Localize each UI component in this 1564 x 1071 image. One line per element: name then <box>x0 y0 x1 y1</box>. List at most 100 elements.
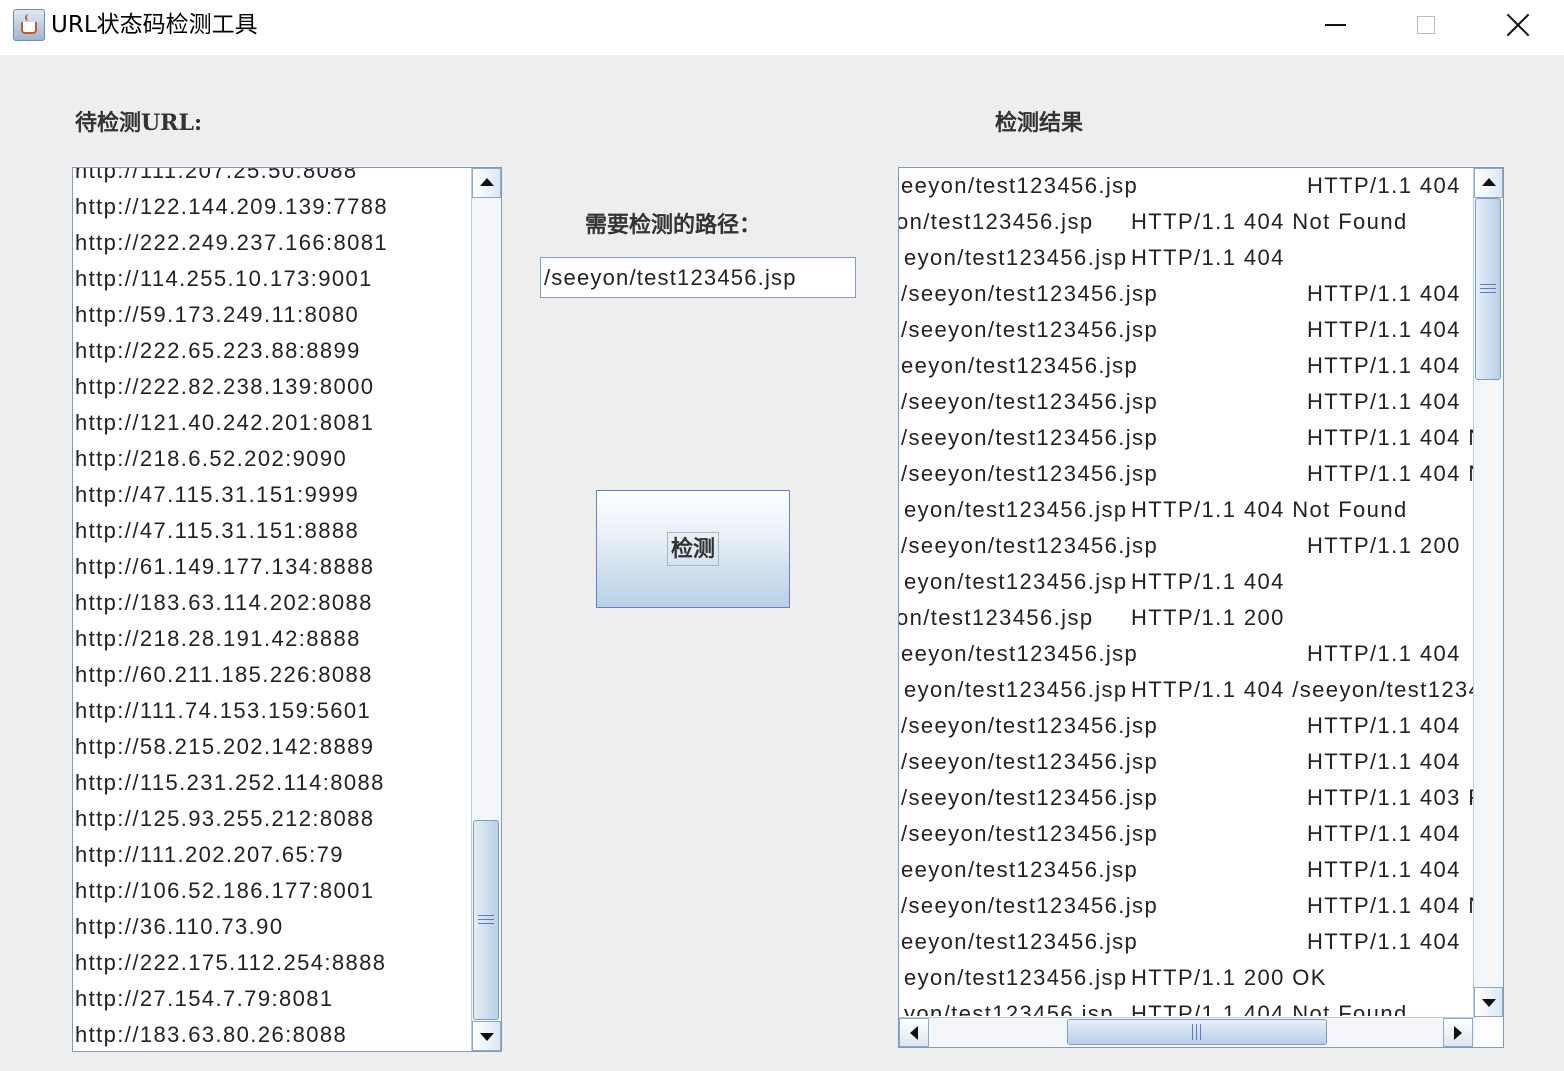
result-status: HTTP/1.1 404 <box>1307 929 1461 954</box>
result-path: eeyon/test123456.jsp <box>901 641 1139 666</box>
close-icon <box>1506 13 1530 37</box>
result-path: eeyon/test123456.jsp <box>901 353 1139 378</box>
url-line: http://222.249.237.166:8081 <box>75 230 389 255</box>
result-path: /seeyon/test123456.jsp <box>901 389 1159 414</box>
url-line: http://122.144.209.139:7788 <box>75 194 389 219</box>
url-line: http://125.93.255.212:8088 <box>75 806 375 831</box>
result-status: HTTP/1.1 200 OK <box>1131 965 1327 990</box>
result-path: /seeyon/test123456.jsp <box>901 425 1159 450</box>
result-path: eeyon/test123456.jsp <box>901 173 1139 198</box>
url-line: http://183.63.80.26:8088 <box>75 1022 348 1047</box>
result-status: HTTP/1.1 404 <box>1307 641 1461 666</box>
url-line: http://59.173.249.11:8080 <box>75 302 360 327</box>
url-line: http://114.255.10.173:9001 <box>75 266 373 291</box>
horizontal-scroll-thumb[interactable] <box>1067 1019 1327 1045</box>
maximize-button[interactable] <box>1380 0 1472 50</box>
arrow-down-icon <box>479 1033 494 1041</box>
result-status: HTTP/1.1 404 <box>1307 281 1461 306</box>
arrow-right-icon <box>1454 1025 1462 1040</box>
scroll-up-button[interactable] <box>472 168 501 198</box>
pending-url-label: 待检测URL: <box>75 110 203 136</box>
result-status: HTTP/1.1 404 <box>1307 749 1461 774</box>
result-path: eyon/test123456.jsp <box>904 245 1128 270</box>
url-line: http://183.63.114.202:8088 <box>75 590 373 615</box>
minimize-button[interactable] <box>1289 0 1381 50</box>
url-line: http://58.215.202.142:8889 <box>75 734 375 759</box>
result-path: yon/test123456.jsp <box>904 1001 1114 1016</box>
url-line: http://222.175.112.254:8888 <box>75 950 387 975</box>
url-list-scrollbar[interactable] <box>471 168 501 1051</box>
result-path: /seeyon/test123456.jsp <box>901 713 1159 738</box>
url-line: http://111.74.153.159:5601 <box>75 698 372 723</box>
result-status: HTTP/1.1 404 <box>1131 245 1285 270</box>
url-line: http://115.231.252.114:8088 <box>75 770 385 795</box>
result-status: HTTP/1.1 404 <box>1307 353 1461 378</box>
url-line: http://111.207.25.50:8088 <box>75 167 358 183</box>
result-path: /seeyon/test123456.jsp <box>901 461 1159 486</box>
minimize-icon <box>1324 24 1346 26</box>
result-path: /seeyon/test123456.jsp <box>901 785 1159 810</box>
result-path: eyon/test123456.jsp <box>904 677 1128 702</box>
result-path: eyon/test123456.jsp <box>904 497 1128 522</box>
results-label: 检测结果 <box>995 110 1084 136</box>
url-line: http://60.211.185.226:8088 <box>75 662 373 687</box>
url-line: http://218.28.191.42:8888 <box>75 626 361 651</box>
result-status: HTTP/1.1 404 N <box>1307 893 1473 918</box>
result-status: HTTP/1.1 404 N <box>1307 461 1473 486</box>
url-line: http://111.202.207.65:79 <box>75 842 344 867</box>
scroll-down-button[interactable] <box>1474 987 1503 1017</box>
url-line: http://27.154.7.79:8081 <box>75 986 334 1011</box>
result-path: eyon/test123456.jsp <box>904 569 1128 594</box>
url-line: http://222.82.238.139:8000 <box>75 374 375 399</box>
url-line: http://218.6.52.202:9090 <box>75 446 348 471</box>
close-button[interactable] <box>1472 0 1564 50</box>
url-line: http://61.149.177.134:8888 <box>75 554 375 579</box>
result-status: HTTP/1.1 404 N <box>1307 425 1473 450</box>
result-path: on/test123456.jsp <box>899 605 1094 630</box>
result-status: HTTP/1.1 404 <box>1307 317 1461 342</box>
check-button[interactable]: 检测 <box>596 490 790 608</box>
result-path: /seeyon/test123456.jsp <box>901 893 1159 918</box>
result-status: HTTP/1.1 200 <box>1131 605 1285 630</box>
title-bar: URL状态码检测工具 <box>0 0 1564 55</box>
result-path: on/test123456.jsp <box>899 209 1094 234</box>
result-path: /seeyon/test123456.jsp <box>901 281 1159 306</box>
url-line: http://47.115.31.151:9999 <box>75 482 360 507</box>
result-status: HTTP/1.1 404 <box>1307 857 1461 882</box>
result-status: HTTP/1.1 404 <box>1307 389 1461 414</box>
arrow-up-icon <box>479 178 494 186</box>
scroll-right-button[interactable] <box>1443 1018 1473 1047</box>
scroll-thumb[interactable] <box>1475 198 1501 380</box>
path-label: 需要检测的路径： <box>585 212 762 238</box>
path-input[interactable] <box>540 257 856 298</box>
result-path: /seeyon/test123456.jsp <box>901 317 1159 342</box>
url-list-textarea[interactable]: http://111.207.25.50:8088 http://122.144.… <box>72 167 502 1052</box>
result-status: HTTP/1.1 404 <box>1307 821 1461 846</box>
result-status: HTTP/1.1 404 Not Found <box>1131 209 1408 234</box>
result-status: HTTP/1.1 404 <box>1307 713 1461 738</box>
arrow-left-icon <box>910 1025 918 1040</box>
results-list: eeyon/test123456.jsp HTTP/1.1 404 on/test1… <box>899 168 1473 1016</box>
scroll-down-button[interactable] <box>472 1021 501 1051</box>
scroll-up-button[interactable] <box>1474 168 1503 198</box>
result-path: /seeyon/test123456.jsp <box>901 821 1159 846</box>
check-button-label: 检测 <box>666 532 719 566</box>
url-line: http://121.40.242.201:8081 <box>75 410 375 435</box>
url-line: http://36.110.73.90 <box>75 914 284 939</box>
results-horizontal-scrollbar[interactable] <box>899 1017 1475 1047</box>
url-line: http://106.52.186.177:8001 <box>75 878 375 903</box>
grip-icon <box>478 915 494 925</box>
results-textarea[interactable]: eeyon/test123456.jsp HTTP/1.1 404 on/test1… <box>898 167 1504 1048</box>
result-status: HTTP/1.1 404 <box>1307 173 1461 198</box>
result-path: eeyon/test123456.jsp <box>901 929 1139 954</box>
result-path: eeyon/test123456.jsp <box>901 857 1139 882</box>
result-path: eyon/test123456.jsp <box>904 965 1128 990</box>
result-status: HTTP/1.1 404 Not Found <box>1131 1001 1408 1016</box>
result-path: /seeyon/test123456.jsp <box>901 749 1159 774</box>
grip-icon <box>1192 1024 1202 1040</box>
scroll-left-button[interactable] <box>899 1018 929 1047</box>
results-vertical-scrollbar[interactable] <box>1473 168 1503 1017</box>
result-status: HTTP/1.1 404 Not Found <box>1131 497 1408 522</box>
scroll-thumb[interactable] <box>473 820 499 1020</box>
arrow-up-icon <box>1481 178 1496 186</box>
